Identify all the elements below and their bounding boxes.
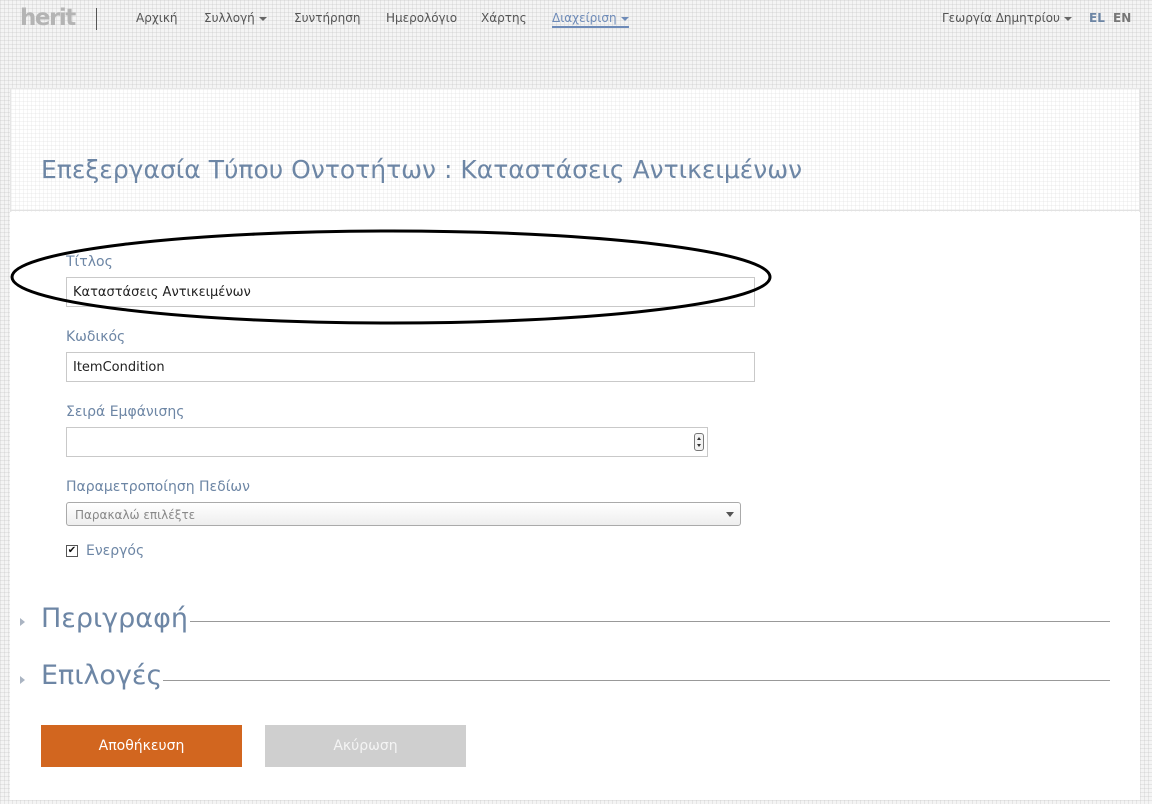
- nav-item-label: Χάρτης: [481, 11, 527, 25]
- title-input[interactable]: [66, 277, 755, 307]
- active-label: Ενεργός: [86, 543, 145, 559]
- page-title: Επεξεργασία Τύπου Οντοτήτων : Καταστάσει…: [41, 155, 803, 184]
- chevron-down-icon: [726, 512, 734, 517]
- chevron-down-icon: [620, 16, 629, 21]
- nav-item-label: Αρχική: [136, 11, 178, 25]
- display-order-label: Σειρά Εμφάνισης: [66, 404, 185, 420]
- header-divider: [10, 210, 1140, 211]
- logo-divider: [96, 8, 97, 30]
- nav-item-label: Συντήρηση: [294, 11, 361, 25]
- top-navigation: herit Αρχική Συλλογή Συντήρηση Ημερολόγι…: [0, 0, 1152, 40]
- active-checkbox[interactable]: ✔: [66, 545, 78, 557]
- language-el[interactable]: EL: [1089, 11, 1105, 25]
- nav-item-home[interactable]: Αρχική: [136, 11, 178, 25]
- expand-arrow-icon[interactable]: [20, 618, 25, 626]
- nav-item-conservation[interactable]: Συντήρηση: [294, 11, 361, 25]
- stepper-down-icon[interactable]: [697, 444, 701, 447]
- field-config-select[interactable]: Παρακαλώ επιλέξτε: [66, 502, 741, 526]
- nav-item-collection[interactable]: Συλλογή: [204, 11, 267, 25]
- section-options[interactable]: Επιλογές: [41, 660, 162, 691]
- chevron-down-icon: [258, 16, 267, 21]
- title-label: Τίτλος: [66, 254, 113, 270]
- section-description[interactable]: Περιγραφή: [41, 603, 188, 634]
- cancel-button[interactable]: Ακύρωση: [265, 725, 466, 767]
- code-label: Κωδικός: [66, 329, 126, 345]
- herit-logo[interactable]: herit: [20, 5, 76, 31]
- language-en[interactable]: EN: [1113, 11, 1131, 25]
- number-stepper[interactable]: [694, 433, 704, 451]
- field-config-label: Παραμετροποίηση Πεδίων: [66, 479, 250, 495]
- nav-item-label: Ημερολόγιο: [386, 11, 458, 25]
- code-input[interactable]: [66, 352, 755, 382]
- nav-item-map[interactable]: Χάρτης: [481, 11, 527, 25]
- stepper-up-icon[interactable]: [697, 437, 701, 440]
- select-placeholder: Παρακαλώ επιλέξτε: [75, 508, 196, 522]
- expand-arrow-icon[interactable]: [20, 676, 25, 684]
- nav-item-label: Συλλογή: [204, 11, 255, 25]
- user-menu[interactable]: Γεωργία Δημητρίου: [942, 11, 1072, 25]
- nav-item-calendar[interactable]: Ημερολόγιο: [386, 11, 457, 25]
- nav-item-administration[interactable]: Διαχείριση: [552, 11, 629, 28]
- section-divider: [190, 621, 1110, 622]
- section-divider: [163, 680, 1110, 681]
- nav-item-label: Διαχείριση: [552, 11, 617, 25]
- display-order-input[interactable]: [66, 427, 708, 457]
- chevron-down-icon: [1063, 16, 1072, 21]
- user-name: Γεωργία Δημητρίου: [942, 11, 1060, 25]
- save-button[interactable]: Αποθήκευση: [41, 725, 242, 767]
